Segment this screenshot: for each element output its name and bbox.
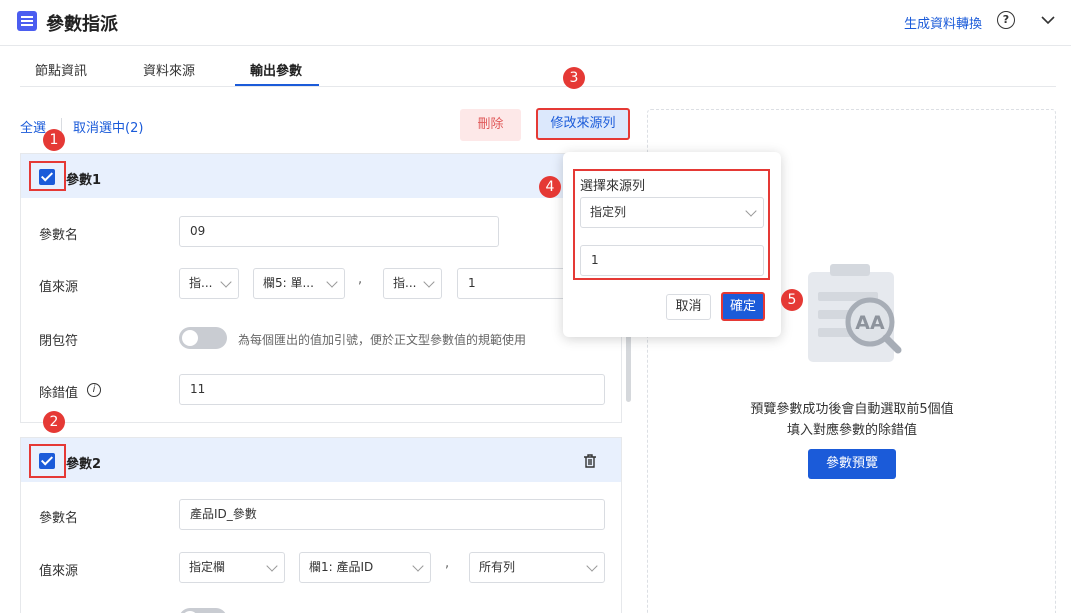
info-icon[interactable]: i <box>87 383 101 397</box>
modify-source-row-button[interactable]: 修改來源列 <box>536 108 630 140</box>
select-all-link[interactable]: 全選 <box>20 117 46 136</box>
chevron-down-icon <box>266 560 278 572</box>
step-marker-4: 4 <box>539 176 561 198</box>
param-card-1: 參數1 參數名 09 值來源 指... 欄5: 單... , 指... 1 閉包… <box>20 153 622 423</box>
active-tab-indicator <box>235 84 319 86</box>
wrap-char-toggle[interactable] <box>179 327 227 349</box>
param-card-2: 參數2 參數名 產品ID_參數 值來源 指定欄 欄1: 產品ID , 所有列 <box>20 437 622 613</box>
source-column-value: 欄5: 單... <box>263 276 314 290</box>
preview-message-line1: 預覽參數成功後會自動選取前5個值 <box>750 402 954 417</box>
illustration-text: AA <box>855 312 885 334</box>
popup-label: 選擇來源列 <box>580 179 646 194</box>
delete-button[interactable]: 刪除 <box>460 109 521 141</box>
source-column-value: 欄1: 產品ID <box>309 560 374 574</box>
help-icon[interactable]: ? <box>997 11 1015 29</box>
source-type-select[interactable]: 指... <box>179 268 239 299</box>
param-name-label: 參數名 <box>39 511 79 526</box>
page-title: 參數指派 <box>46 14 118 35</box>
app-root: 參數指派 生成資料轉換 ? 節點資訊 資料來源 輸出參數 全選 取消選中(2) … <box>0 0 1071 613</box>
row-type-value: 指... <box>393 276 417 290</box>
tab-output-params[interactable]: 輸出參數 <box>250 60 302 79</box>
confirm-button[interactable]: 確定 <box>721 292 765 321</box>
param-name-input[interactable]: 產品ID_參數 <box>179 499 605 530</box>
preview-message-line2: 填入對應參數的除錯值 <box>786 423 917 438</box>
param-checkbox[interactable] <box>39 169 55 185</box>
source-type-select[interactable]: 指定欄 <box>179 552 285 583</box>
debug-value-label: 除錯值 <box>39 386 79 401</box>
param-preview-button[interactable]: 參數預覽 <box>808 449 896 479</box>
source-type-value: 指... <box>189 276 213 290</box>
param-card-header <box>21 154 621 198</box>
debug-value-input[interactable]: 11 <box>179 374 605 405</box>
chevron-down-icon <box>423 276 435 288</box>
step-marker-2: 2 <box>43 411 65 433</box>
scrollbar-thumb[interactable] <box>626 330 631 402</box>
step-marker-3: 3 <box>563 67 585 89</box>
param-name-input[interactable]: 09 <box>179 216 499 247</box>
chevron-down-icon[interactable] <box>1040 12 1056 28</box>
value-source-label: 值來源 <box>39 280 79 295</box>
row-value-input[interactable]: 1 <box>457 268 567 299</box>
row-type-value: 所有列 <box>479 560 516 574</box>
source-row-select[interactable]: 指定列 <box>580 197 764 228</box>
clipboard-search-icon: AA <box>808 264 902 362</box>
cancel-button[interactable]: 取消 <box>666 294 711 320</box>
deselect-link[interactable]: 取消選中(2) <box>73 117 143 136</box>
chevron-down-icon <box>326 276 338 288</box>
toolbar-divider <box>61 118 62 132</box>
chevron-down-icon <box>586 560 598 572</box>
step-marker-1: 1 <box>43 129 65 151</box>
row-type-select[interactable]: 指... <box>383 268 442 299</box>
chevron-down-icon <box>412 560 424 572</box>
param-checkbox[interactable] <box>39 453 55 469</box>
row-number-input[interactable]: 1 <box>580 245 764 276</box>
wrap-char-toggle[interactable] <box>179 608 227 613</box>
param-name-label: 參數名 <box>39 228 79 243</box>
param-title: 參數1 <box>66 173 102 188</box>
trash-icon[interactable] <box>582 453 598 469</box>
separator-comma: , <box>445 556 450 571</box>
select-source-row-popover: 選擇來源列 指定列 1 取消 確定 <box>563 152 781 337</box>
param-title: 參數2 <box>66 457 102 472</box>
chevron-down-icon <box>220 276 232 288</box>
separator-comma: , <box>358 272 363 287</box>
param-card-header <box>21 438 621 482</box>
source-type-value: 指定欄 <box>189 560 226 574</box>
generate-transform-link[interactable]: 生成資料轉換 <box>904 13 982 32</box>
tab-bar: 節點資訊 資料來源 輸出參數 <box>20 46 1056 87</box>
chevron-down-icon <box>745 205 757 217</box>
step-marker-5: 5 <box>781 289 803 311</box>
app-logo-icon <box>17 11 37 31</box>
source-row-value: 指定列 <box>590 205 627 219</box>
tab-node-info[interactable]: 節點資訊 <box>35 60 87 79</box>
value-source-label: 值來源 <box>39 564 79 579</box>
header: 參數指派 生成資料轉換 ? <box>0 0 1071 46</box>
row-type-select[interactable]: 所有列 <box>469 552 605 583</box>
wrap-char-hint: 為每個匯出的值加引號，便於正文型參數值的規範使用 <box>238 333 527 347</box>
source-column-select[interactable]: 欄1: 產品ID <box>299 552 431 583</box>
wrap-char-label: 閉包符 <box>39 334 79 349</box>
tab-data-source[interactable]: 資料來源 <box>143 60 195 79</box>
source-column-select[interactable]: 欄5: 單... <box>253 268 345 299</box>
